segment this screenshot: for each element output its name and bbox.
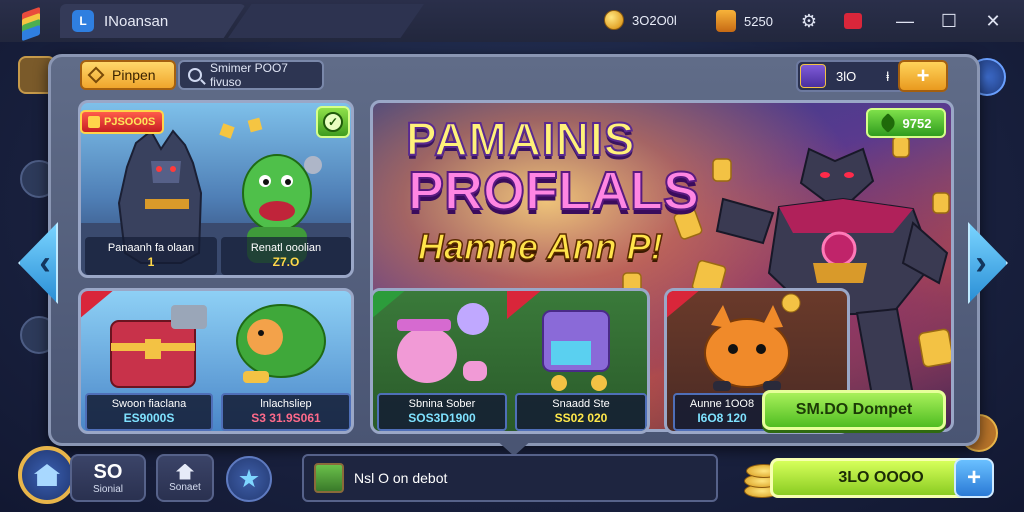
nav-tile-value: SO bbox=[93, 461, 123, 483]
tab-active[interactable]: L INoansan bbox=[60, 4, 246, 38]
bundle-label: Sbnina Sober bbox=[408, 398, 476, 411]
character-name-right: Renatl ooolian bbox=[250, 242, 322, 255]
bundle-value: I6O8 120 bbox=[697, 411, 747, 426]
app-logo-icon[interactable] bbox=[18, 6, 46, 42]
nav-tile-label: Sionial bbox=[92, 484, 124, 495]
home-icon bbox=[34, 464, 60, 486]
bundle-caption: Aunne 1OO8 I6O8 120 bbox=[673, 393, 771, 431]
minimize-icon[interactable]: — bbox=[892, 9, 918, 33]
bundle-caption: Sbnina Sober SOS3D1900 bbox=[377, 393, 507, 431]
account-icon[interactable] bbox=[840, 9, 866, 33]
bundle-value: SS02 020 bbox=[554, 411, 608, 426]
coin-icon bbox=[604, 10, 624, 30]
hero-title-line2: PROFLALS bbox=[407, 160, 700, 222]
nav-tile-label: Sonaet bbox=[169, 481, 201, 493]
chest-icon bbox=[800, 64, 826, 88]
pinpen-label: Pinpen bbox=[112, 67, 156, 83]
character-value-right: Z7.O bbox=[272, 255, 300, 270]
bundle-value: S3 31.9S061 bbox=[251, 411, 321, 426]
character-value-left: 1 bbox=[147, 255, 155, 270]
hero-subtitle: Hamne Ann P! bbox=[417, 225, 663, 268]
dompet-button[interactable]: SM.DO Dompet bbox=[762, 390, 946, 430]
character-caption-right: Renatl ooolian Z7.O bbox=[221, 237, 351, 275]
window-titlebar: L INoansan 3O2O0l 5250 ⚙ — ☐ ✕ bbox=[0, 0, 1024, 42]
coin-amount: 3O2O0l bbox=[632, 12, 677, 28]
search-input[interactable]: Smimer POO7 fivuso bbox=[178, 60, 324, 90]
pinpen-button[interactable]: Pinpen bbox=[80, 60, 176, 90]
nav-tile-stats[interactable]: SO Sionial bbox=[70, 454, 146, 502]
search-text: Smimer POO7 fivuso bbox=[209, 61, 288, 89]
search-icon bbox=[188, 68, 202, 82]
chevron-right-icon[interactable]: › bbox=[968, 222, 1008, 304]
hero-badge-text: 9752 bbox=[902, 115, 932, 131]
tab-app-icon: L bbox=[72, 10, 94, 32]
coin-counter: 3O2O0l bbox=[604, 10, 677, 30]
gear-icon[interactable]: ⚙ bbox=[796, 9, 822, 33]
bundle-card-treasure[interactable]: Swoon fiaclana ES9000S lnlachsliep S3 31… bbox=[78, 288, 354, 434]
bundle-caption: Snaadd Ste SS02 020 bbox=[515, 393, 647, 431]
cube-icon bbox=[314, 463, 344, 493]
gem-amount: 5250 bbox=[744, 13, 773, 29]
favorites-button[interactable] bbox=[226, 456, 272, 502]
bundle-label: Swoon fiaclana bbox=[111, 398, 187, 411]
badge-icon bbox=[88, 116, 100, 128]
chat-input[interactable]: Nsl O on debot bbox=[302, 454, 718, 502]
add-currency-button[interactable]: + bbox=[898, 60, 948, 92]
currency-symbol: ⱡ bbox=[886, 68, 890, 84]
add-coins-button[interactable]: + bbox=[954, 458, 994, 498]
star-icon bbox=[239, 469, 259, 488]
chat-text: Nsl O on debot bbox=[354, 470, 448, 486]
close-icon[interactable]: ✕ bbox=[980, 9, 1006, 33]
chevron-left-icon[interactable]: ‹ bbox=[18, 222, 58, 304]
hero-title-line1: PAMAINIS bbox=[405, 112, 636, 166]
gem-icon bbox=[716, 10, 736, 32]
home-button[interactable] bbox=[18, 446, 76, 504]
tab-background bbox=[228, 4, 424, 38]
bundle-label: Aunne 1OO8 bbox=[689, 398, 755, 411]
gem-counter: 5250 bbox=[716, 10, 773, 32]
hero-price-badge[interactable]: 9752 bbox=[866, 108, 946, 138]
bundle-value: SOS3D1900 bbox=[408, 411, 476, 426]
character-name-left: Panaanh fa olaan bbox=[107, 242, 195, 255]
claim-button[interactable]: ✓ bbox=[316, 106, 350, 138]
maximize-icon[interactable]: ☐ bbox=[936, 9, 962, 33]
character-caption-left: Panaanh fa olaan 1 bbox=[85, 237, 217, 275]
promo-badge-text: PJSOO0S bbox=[104, 116, 156, 128]
bundle-card-pets[interactable]: Sbnina Sober SOS3D1900 Snaadd Ste SS02 0… bbox=[370, 288, 650, 434]
bundle-caption: lnlachsliep S3 31.9S061 bbox=[221, 393, 351, 431]
currency-bar: 3lO ⱡ + bbox=[796, 60, 948, 92]
diamond-icon bbox=[87, 66, 105, 84]
check-icon: ✓ bbox=[323, 112, 343, 132]
currency-amount: 3lO bbox=[836, 68, 857, 84]
promo-badge: PJSOO0S bbox=[80, 110, 164, 134]
bundle-label: Snaadd Ste bbox=[552, 398, 610, 411]
bundle-label: lnlachsliep bbox=[260, 398, 312, 411]
leaf-icon bbox=[877, 113, 898, 133]
base-icon bbox=[176, 463, 194, 480]
bundle-value: ES9000S bbox=[123, 411, 175, 426]
nav-tile-base[interactable]: Sonaet bbox=[156, 454, 214, 502]
tab-title: INoansan bbox=[104, 12, 169, 30]
bundle-caption: Swoon fiaclana ES9000S bbox=[85, 393, 213, 431]
